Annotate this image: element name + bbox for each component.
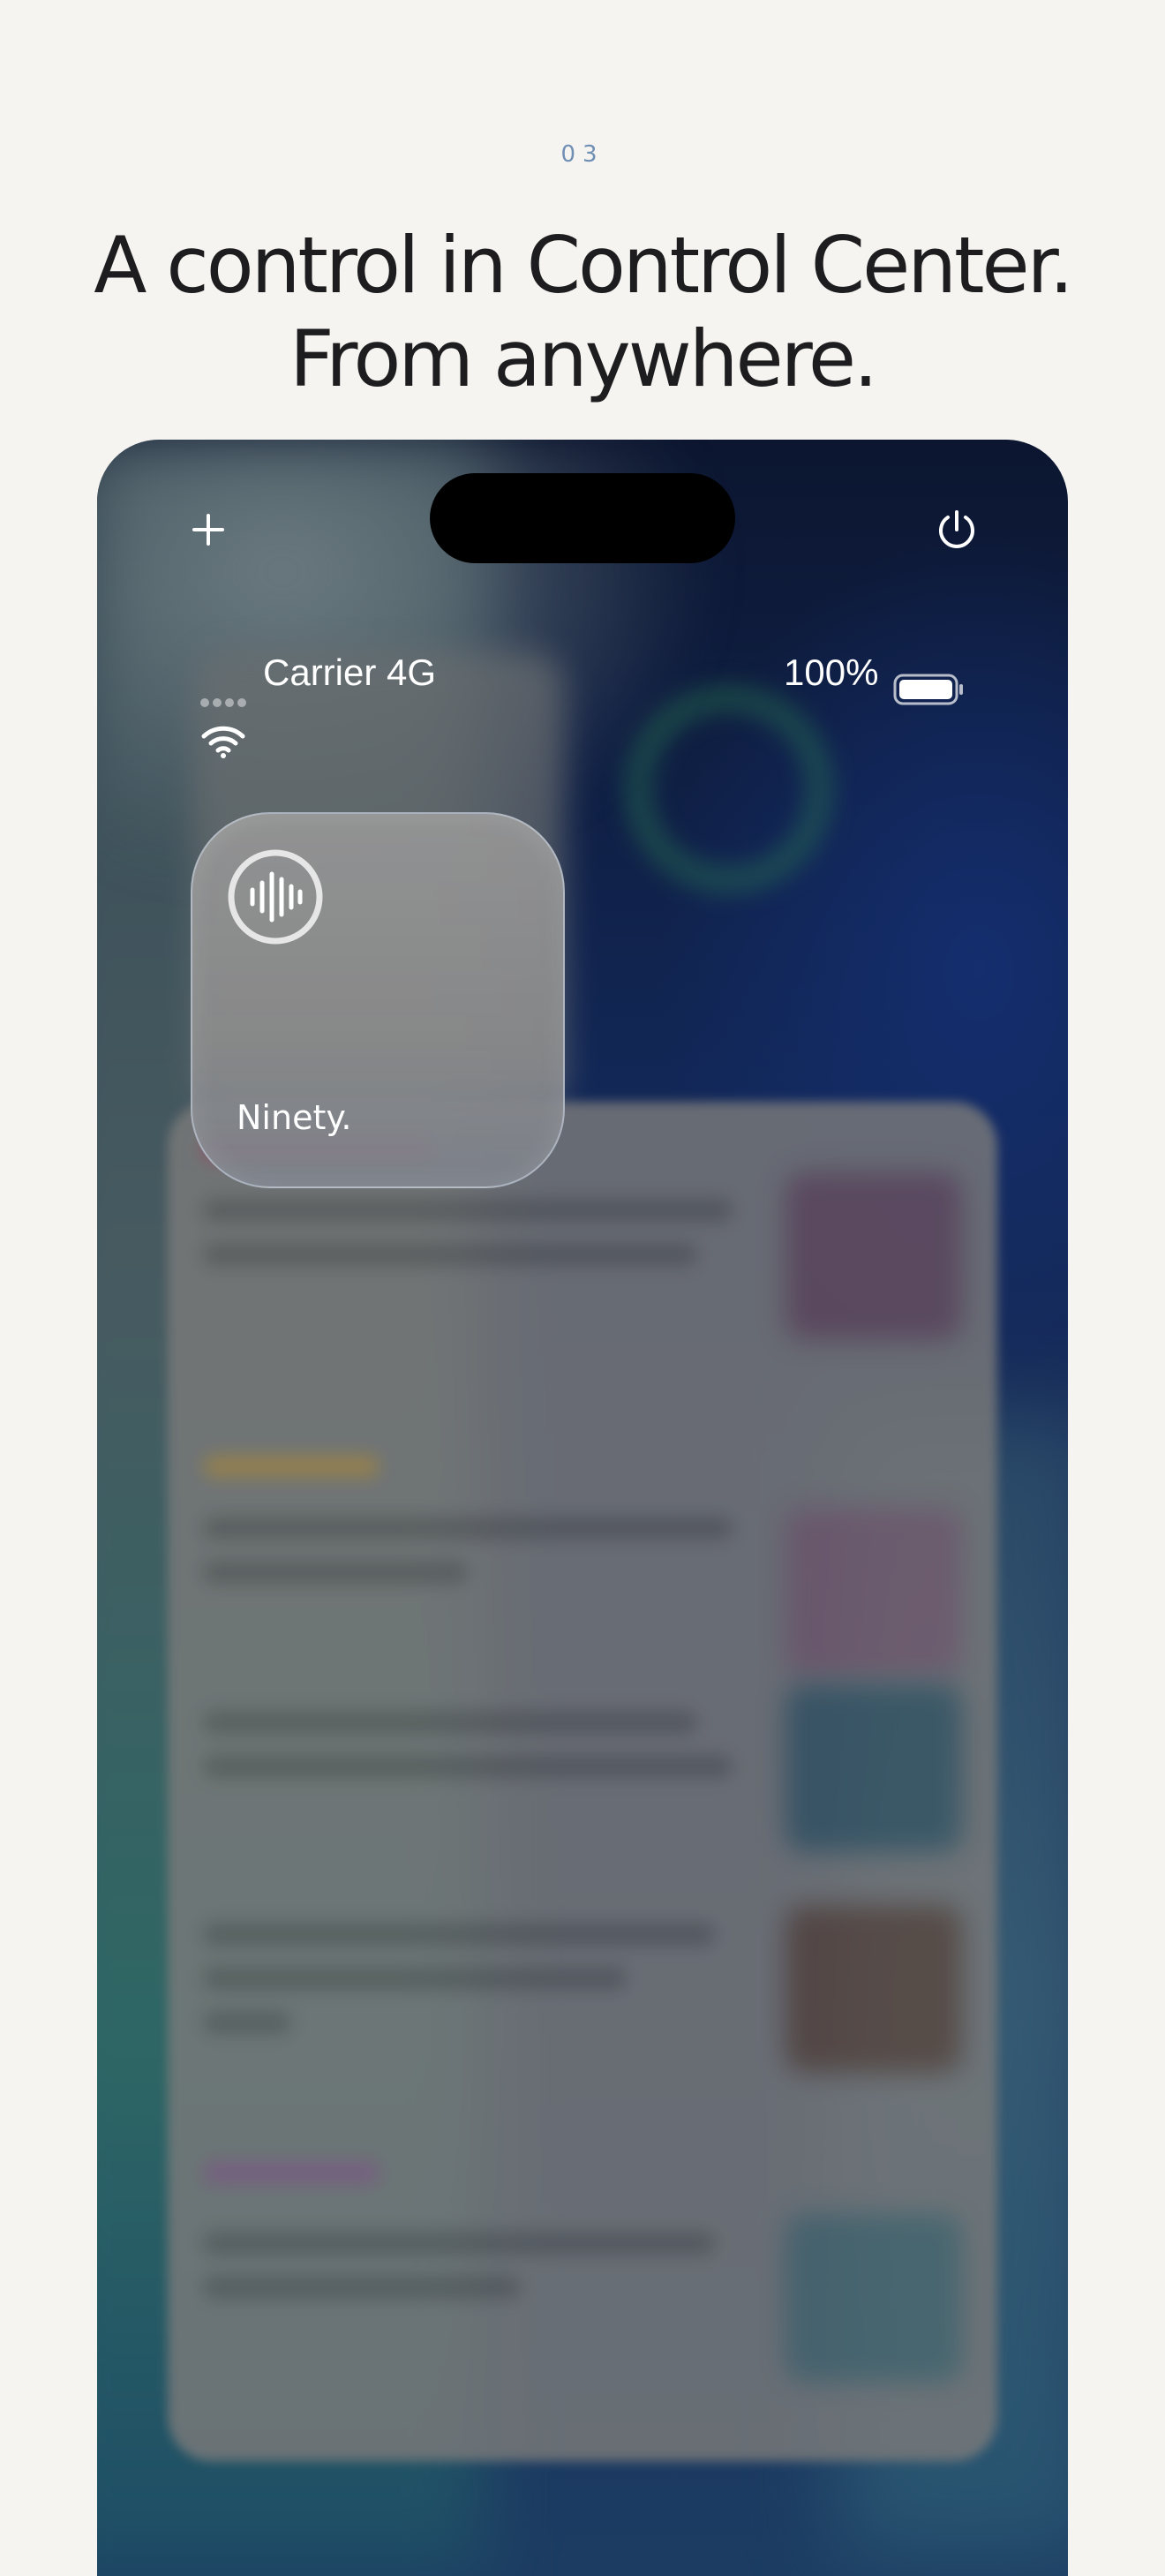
phone-mockup: Carrier 4G 100% Ninety. (97, 440, 1068, 2576)
blurred-news-widget (168, 1102, 997, 2461)
waveform-icon (228, 849, 323, 945)
control-widget-label: Ninety. (237, 1098, 352, 1137)
battery-icon (893, 674, 963, 705)
cellular-signal-icon (200, 698, 246, 707)
power-icon[interactable] (934, 507, 980, 553)
plus-icon[interactable] (189, 510, 228, 549)
page-headline: A control in Control Center. From anywhe… (0, 219, 1165, 406)
control-center-widget[interactable]: Ninety. (191, 812, 565, 1188)
section-step-number: 03 (560, 141, 605, 168)
headline-line-1: A control in Control Center. (94, 220, 1074, 311)
dynamic-island (430, 473, 735, 563)
headline-line-2: From anywhere. (289, 313, 878, 404)
carrier-label: Carrier 4G (263, 652, 437, 693)
wifi-icon (201, 726, 245, 758)
blurred-activity-ring (627, 687, 831, 892)
battery-percentage: 100% (784, 652, 879, 693)
